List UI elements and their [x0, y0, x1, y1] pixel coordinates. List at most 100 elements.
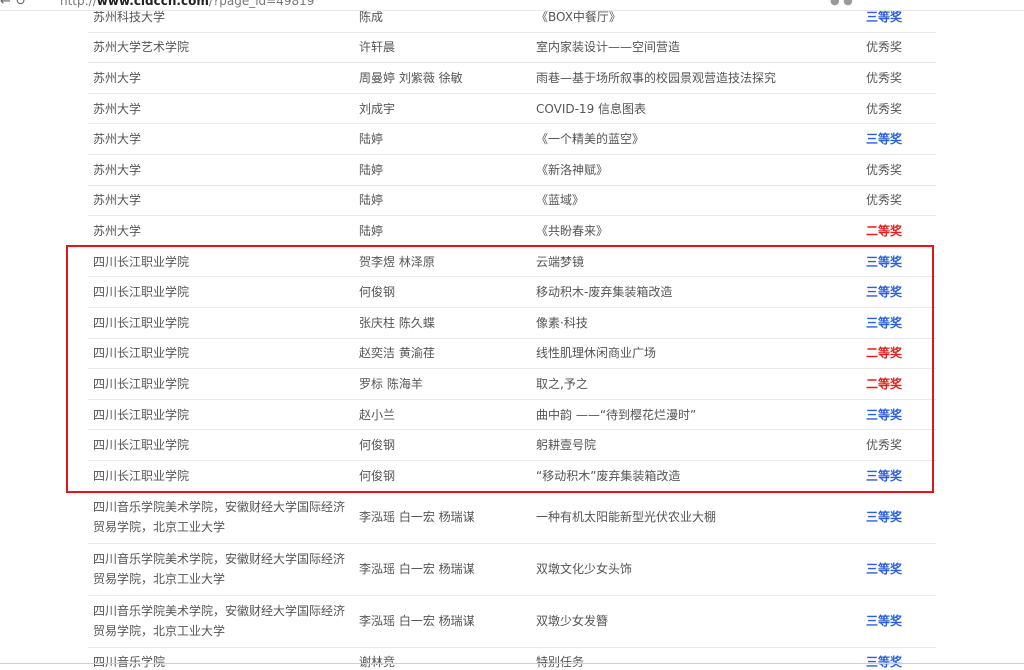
award-cell: 优秀奖 [866, 101, 903, 116]
table-row: 苏州大学 陆婷 《蓝域》 优秀奖 [88, 186, 936, 217]
author-cell: 许轩晨 [359, 40, 396, 55]
author-cell: 张庆柱 陈久蝶 [359, 315, 435, 330]
award-cell: 二等奖 [866, 376, 903, 391]
table-row: 四川长江职业学院 罗标 陈海羊 取之,予之 二等奖 [88, 369, 936, 400]
school-cell: 四川音乐学院美术学院，安徽财经大学国际经济贸易学院，北京工业大学 [93, 604, 346, 638]
award-cell: 三等奖 [866, 562, 903, 576]
table-row: 苏州大学 陆婷 《新洛神赋》 优秀奖 [88, 155, 936, 186]
awards-table: 苏州科技大学 陈成 《BOX中餐厅》 三等奖 苏州大学艺术学院 许轩晨 室内家装设计——空间… [88, 2, 936, 670]
work-cell: 室内家装设计——空间营造 [536, 40, 681, 55]
school-cell: 四川长江职业学院 [93, 407, 190, 422]
award-cell: 三等奖 [866, 407, 903, 422]
school-cell: 四川长江职业学院 [93, 315, 190, 330]
award-cell: 优秀奖 [866, 438, 903, 453]
author-cell: 贺李煜 林泽原 [359, 254, 435, 269]
page: ← ↻ http://www.cidcch.com/?page_id=49819… [0, 0, 1024, 670]
school-cell: 四川长江职业学院 [93, 438, 190, 453]
award-cell: 二等奖 [866, 223, 903, 238]
work-cell: 雨巷—基于场所叙事的校园景观营造技法探究 [536, 70, 777, 85]
author-cell: 李泓瑶 白一宏 杨瑞谋 [359, 510, 475, 524]
award-cell: 三等奖 [866, 132, 903, 147]
work-cell: 云端梦镜 [536, 254, 585, 269]
table-row: 四川音乐学院美术学院，安徽财经大学国际经济贸易学院，北京工业大学 李泓瑶 白一宏 … [88, 596, 936, 648]
table-row: 苏州大学艺术学院 许轩晨 室内家装设计——空间营造 优秀奖 [88, 33, 936, 64]
table-row: 四川音乐学院美术学院，安徽财经大学国际经济贸易学院，北京工业大学 李泓瑶 白一宏 … [88, 544, 936, 596]
award-cell: 三等奖 [866, 614, 903, 628]
school-cell: 四川音乐学院美术学院，安徽财经大学国际经济贸易学院，北京工业大学 [93, 500, 346, 534]
table-row: 四川长江职业学院 张庆柱 陈久蝶 像素·科技 三等奖 [88, 308, 936, 339]
author-cell: 何俊钢 [359, 285, 396, 300]
table-row: 苏州大学 陆婷 《一个精美的蓝空》 三等奖 [88, 124, 936, 155]
author-cell: 赵小兰 [359, 407, 396, 422]
author-cell: 陆婷 [359, 132, 384, 147]
award-cell: 优秀奖 [866, 70, 903, 85]
author-cell: 何俊钢 [359, 438, 396, 453]
author-cell: 李泓瑶 白一宏 杨瑞谋 [359, 562, 475, 576]
author-cell: 周曼婷 刘紫薇 徐敏 [359, 70, 463, 85]
school-cell: 四川长江职业学院 [93, 376, 190, 391]
school-cell: 苏州大学 [93, 193, 142, 208]
work-cell: 曲中韵 ——“待到樱花烂漫时” [536, 407, 697, 422]
school-cell: 苏州大学艺术学院 [93, 40, 190, 55]
author-cell: 赵奕洁 黄渝荏 [359, 346, 435, 361]
work-cell: COVID-19 信息图表 [536, 101, 647, 116]
browser-toolbar: ← ↻ http://www.cidcch.com/?page_id=49819… [0, 0, 1024, 11]
table-row: 四川长江职业学院 赵小兰 曲中韵 ——“待到樱花烂漫时” 三等奖 [88, 400, 936, 431]
back-icon[interactable]: ← ↻ [0, 0, 26, 9]
author-cell: 罗标 陈海羊 [359, 376, 423, 391]
address-bar[interactable]: http://www.cidcch.com/?page_id=49819 [60, 0, 314, 8]
work-cell: “移动积木”废弃集装箱改造 [536, 468, 681, 483]
award-cell: 三等奖 [866, 468, 903, 483]
award-cell: 三等奖 [866, 510, 903, 524]
author-cell: 陆婷 [359, 223, 384, 238]
school-cell: 四川音乐学院 [93, 655, 166, 670]
school-cell: 苏州大学 [93, 223, 142, 238]
award-cell: 二等奖 [866, 346, 903, 361]
table-row: 四川音乐学院 谢林竞 特别任务 三等奖 [88, 648, 936, 670]
work-cell: 取之,予之 [536, 376, 588, 391]
school-cell: 苏州大学 [93, 162, 142, 177]
url-path: /?page_id=49819 [208, 0, 315, 8]
school-cell: 苏州大学 [93, 132, 142, 147]
award-cell: 三等奖 [866, 254, 903, 269]
work-cell: 《共盼春来》 [536, 223, 609, 238]
work-cell: 躬耕壹号院 [536, 438, 597, 453]
work-cell: 《新洛神赋》 [536, 162, 609, 177]
table-row: 四川长江职业学院 何俊钢 躬耕壹号院 优秀奖 [88, 430, 936, 461]
award-cell: 三等奖 [866, 315, 903, 330]
table-row: 四川长江职业学院 何俊钢 移动积木-废弃集装箱改造 三等奖 [88, 277, 936, 308]
author-cell: 陆婷 [359, 193, 384, 208]
extension-icon[interactable]: ● ● [830, 0, 853, 7]
table-row: 四川长江职业学院 何俊钢 “移动积木”废弃集装箱改造 三等奖 [88, 461, 936, 492]
table-row: 四川长江职业学院 贺李煜 林泽原 云端梦镜 三等奖 [88, 247, 936, 278]
work-cell: 双墩文化少女头饰 [536, 562, 633, 576]
school-cell: 四川长江职业学院 [93, 468, 190, 483]
url-prefix: http:// [60, 0, 97, 8]
award-cell: 三等奖 [866, 285, 903, 300]
table-row: 四川音乐学院美术学院，安徽财经大学国际经济贸易学院，北京工业大学 李泓瑶 白一宏 … [88, 492, 936, 544]
work-cell: 特别任务 [536, 655, 585, 670]
table-row: 苏州大学 陆婷 《共盼春来》 二等奖 [88, 216, 936, 247]
school-cell: 苏州大学 [93, 101, 142, 116]
school-cell: 四川长江职业学院 [93, 285, 190, 300]
work-cell: 《一个精美的蓝空》 [536, 132, 645, 147]
url-domain: www.cidcch.com [96, 0, 209, 8]
table-row: 苏州大学 周曼婷 刘紫薇 徐敏 雨巷—基于场所叙事的校园景观营造技法探究 优秀奖 [88, 63, 936, 94]
school-cell: 四川长江职业学院 [93, 346, 190, 361]
window-bottom-border [0, 663, 1024, 664]
school-cell: 苏州大学 [93, 70, 142, 85]
author-cell: 何俊钢 [359, 468, 396, 483]
table-row: 四川长江职业学院 赵奕洁 黄渝荏 线性肌理休闲商业广场 二等奖 [88, 339, 936, 370]
award-cell: 优秀奖 [866, 40, 903, 55]
table-row: 苏州大学 刘成宇 COVID-19 信息图表 优秀奖 [88, 94, 936, 125]
work-cell: 一种有机太阳能新型光伏农业大棚 [536, 510, 717, 524]
work-cell: 像素·科技 [536, 315, 588, 330]
award-cell: 优秀奖 [866, 162, 903, 177]
work-cell: 线性肌理休闲商业广场 [536, 346, 657, 361]
work-cell: 《蓝域》 [536, 193, 585, 208]
school-cell: 四川长江职业学院 [93, 254, 190, 269]
award-cell: 三等奖 [866, 655, 903, 670]
award-cell: 优秀奖 [866, 193, 903, 208]
school-cell: 四川音乐学院美术学院，安徽财经大学国际经济贸易学院，北京工业大学 [93, 552, 346, 586]
author-cell: 谢林竞 [359, 655, 396, 670]
